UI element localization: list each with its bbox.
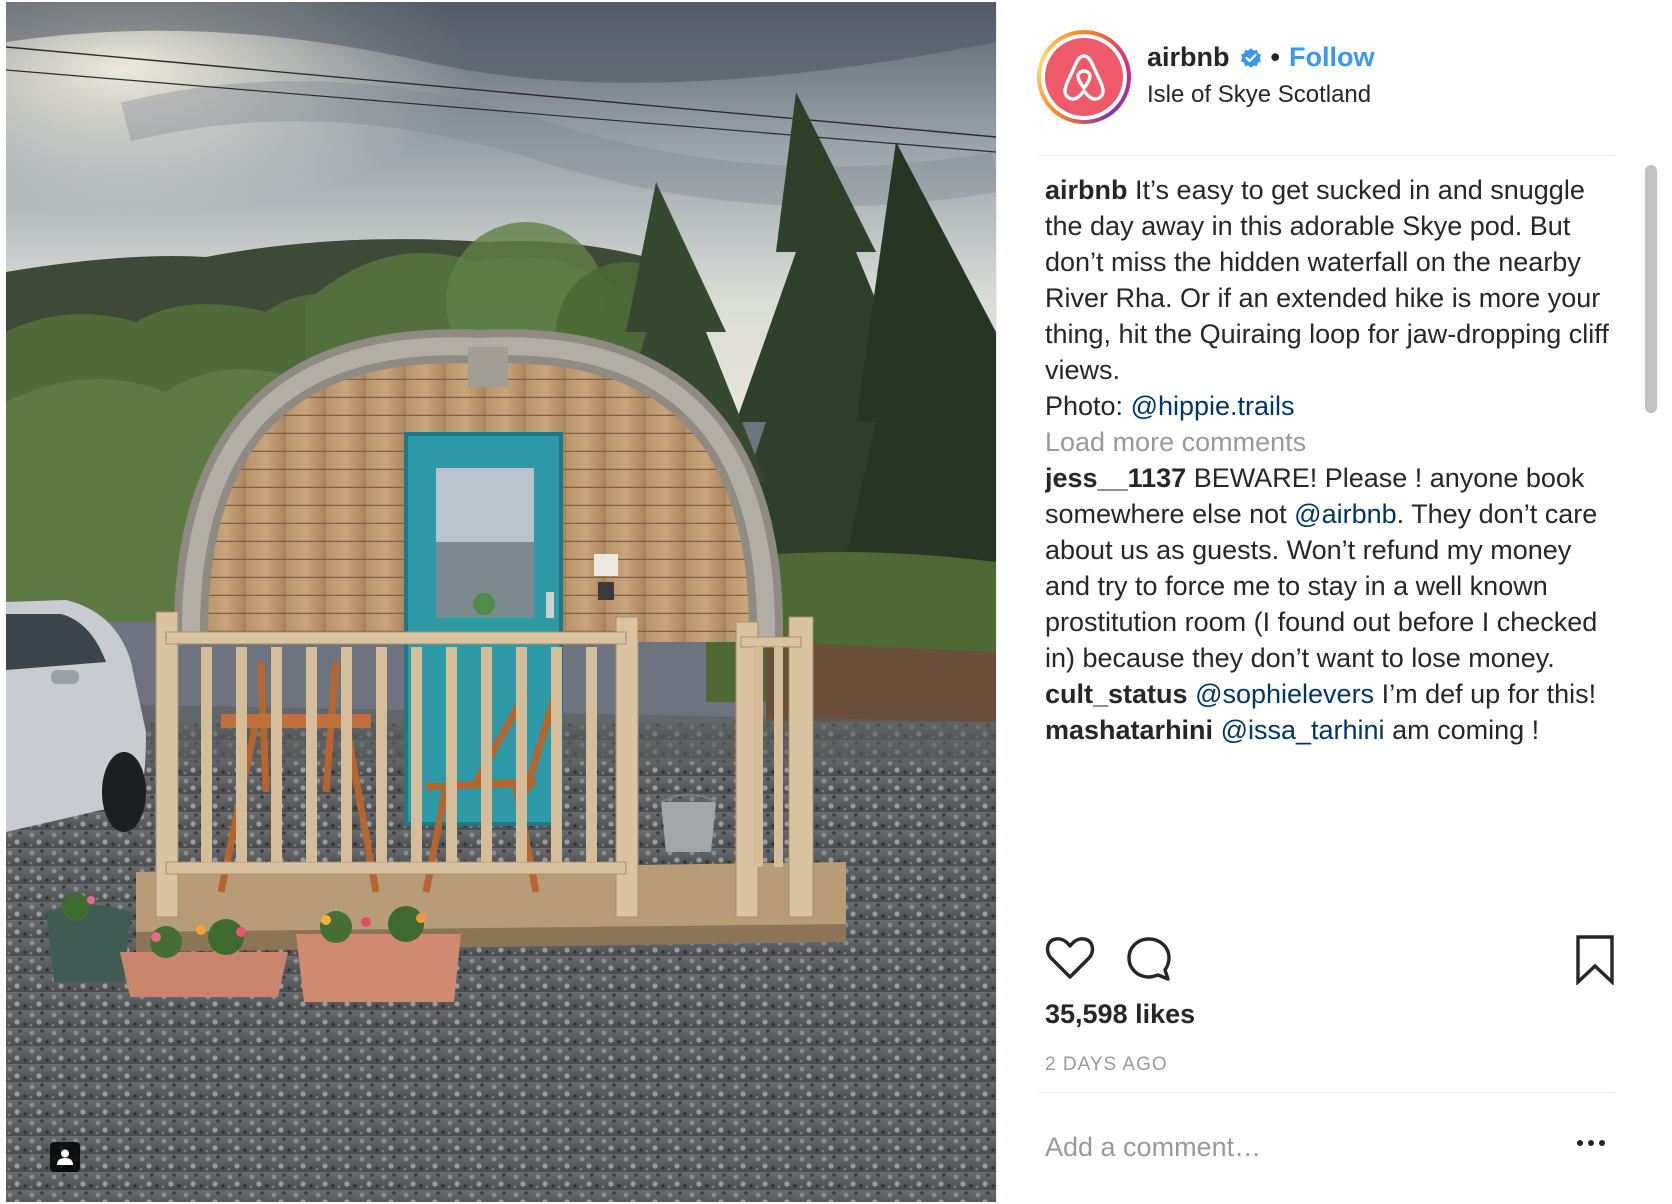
add-comment-input[interactable] (1045, 1132, 1525, 1163)
photo-credit-handle[interactable]: @hippie.trails (1131, 391, 1295, 421)
story-ring[interactable] (1037, 30, 1131, 124)
comment-username[interactable]: mashatarhini (1045, 715, 1213, 745)
post-photo[interactable] (6, 2, 996, 1202)
separator-dot: • (1270, 42, 1280, 72)
photo-credit-label: Photo: (1045, 391, 1124, 421)
caption: airbnb It’s easy to get sucked in and sn… (1045, 172, 1615, 388)
tagged-people-button[interactable] (50, 1142, 80, 1172)
comment-text: am coming ! (1392, 715, 1540, 745)
photo-credit: Photo: @hippie.trails (1045, 388, 1615, 424)
caption-username[interactable]: airbnb (1045, 175, 1128, 205)
comment-button[interactable] (1125, 935, 1173, 983)
divider (1037, 1092, 1615, 1093)
comment-text: I’m def up for this! (1381, 679, 1597, 709)
airbnb-logo-icon (1063, 54, 1105, 101)
comment-item: jess__1137 BEWARE! Please ! anyone book … (1045, 460, 1615, 676)
comment-username[interactable]: jess__1137 (1045, 463, 1186, 493)
load-more-comments[interactable]: Load more comments (1045, 424, 1615, 460)
post-timestamp[interactable]: 2 DAYS AGO (1045, 1054, 1168, 1076)
divider (1037, 155, 1615, 156)
user-tag-icon (57, 1149, 73, 1165)
action-bar (1045, 935, 1617, 989)
post-username[interactable]: airbnb (1147, 42, 1230, 73)
comments-section[interactable]: airbnb It’s easy to get sucked in and sn… (1045, 172, 1615, 915)
heart-outline-icon (1045, 937, 1095, 979)
follow-button[interactable]: Follow (1289, 42, 1374, 73)
post-details-panel: airbnb • Follow Isle of Skye Scotland ai… (996, 0, 1672, 1204)
comment-item: mashatarhini @issa_tarhini am coming ! (1045, 712, 1615, 748)
bookmark-outline-icon (1576, 935, 1614, 985)
speech-bubble-icon (1127, 937, 1171, 981)
avatar[interactable] (1045, 38, 1123, 116)
comment-mention[interactable]: @airbnb (1294, 499, 1396, 529)
caption-text: It’s easy to get sucked in and snuggle t… (1045, 175, 1609, 385)
comment-mention[interactable]: @issa_tarhini (1221, 715, 1385, 745)
comment-mention[interactable]: @sophielevers (1195, 679, 1374, 709)
like-button[interactable] (1045, 935, 1095, 981)
save-button[interactable] (1575, 935, 1615, 985)
post-header: airbnb • Follow Isle of Skye Scotland (1037, 30, 1637, 126)
verified-badge-icon (1239, 46, 1263, 70)
instagram-post-modal: airbnb • Follow Isle of Skye Scotland ai… (0, 0, 1672, 1204)
post-location[interactable]: Isle of Skye Scotland (1147, 81, 1374, 109)
like-count[interactable]: 35,598 likes (1045, 999, 1195, 1030)
comment-item: cult_status @sophielevers I’m def up for… (1045, 676, 1615, 712)
comment-username[interactable]: cult_status (1045, 679, 1188, 709)
comments-scrollbar[interactable] (1643, 155, 1659, 915)
ellipsis-icon[interactable] (1577, 1140, 1605, 1146)
scrollbar-thumb[interactable] (1645, 165, 1657, 413)
